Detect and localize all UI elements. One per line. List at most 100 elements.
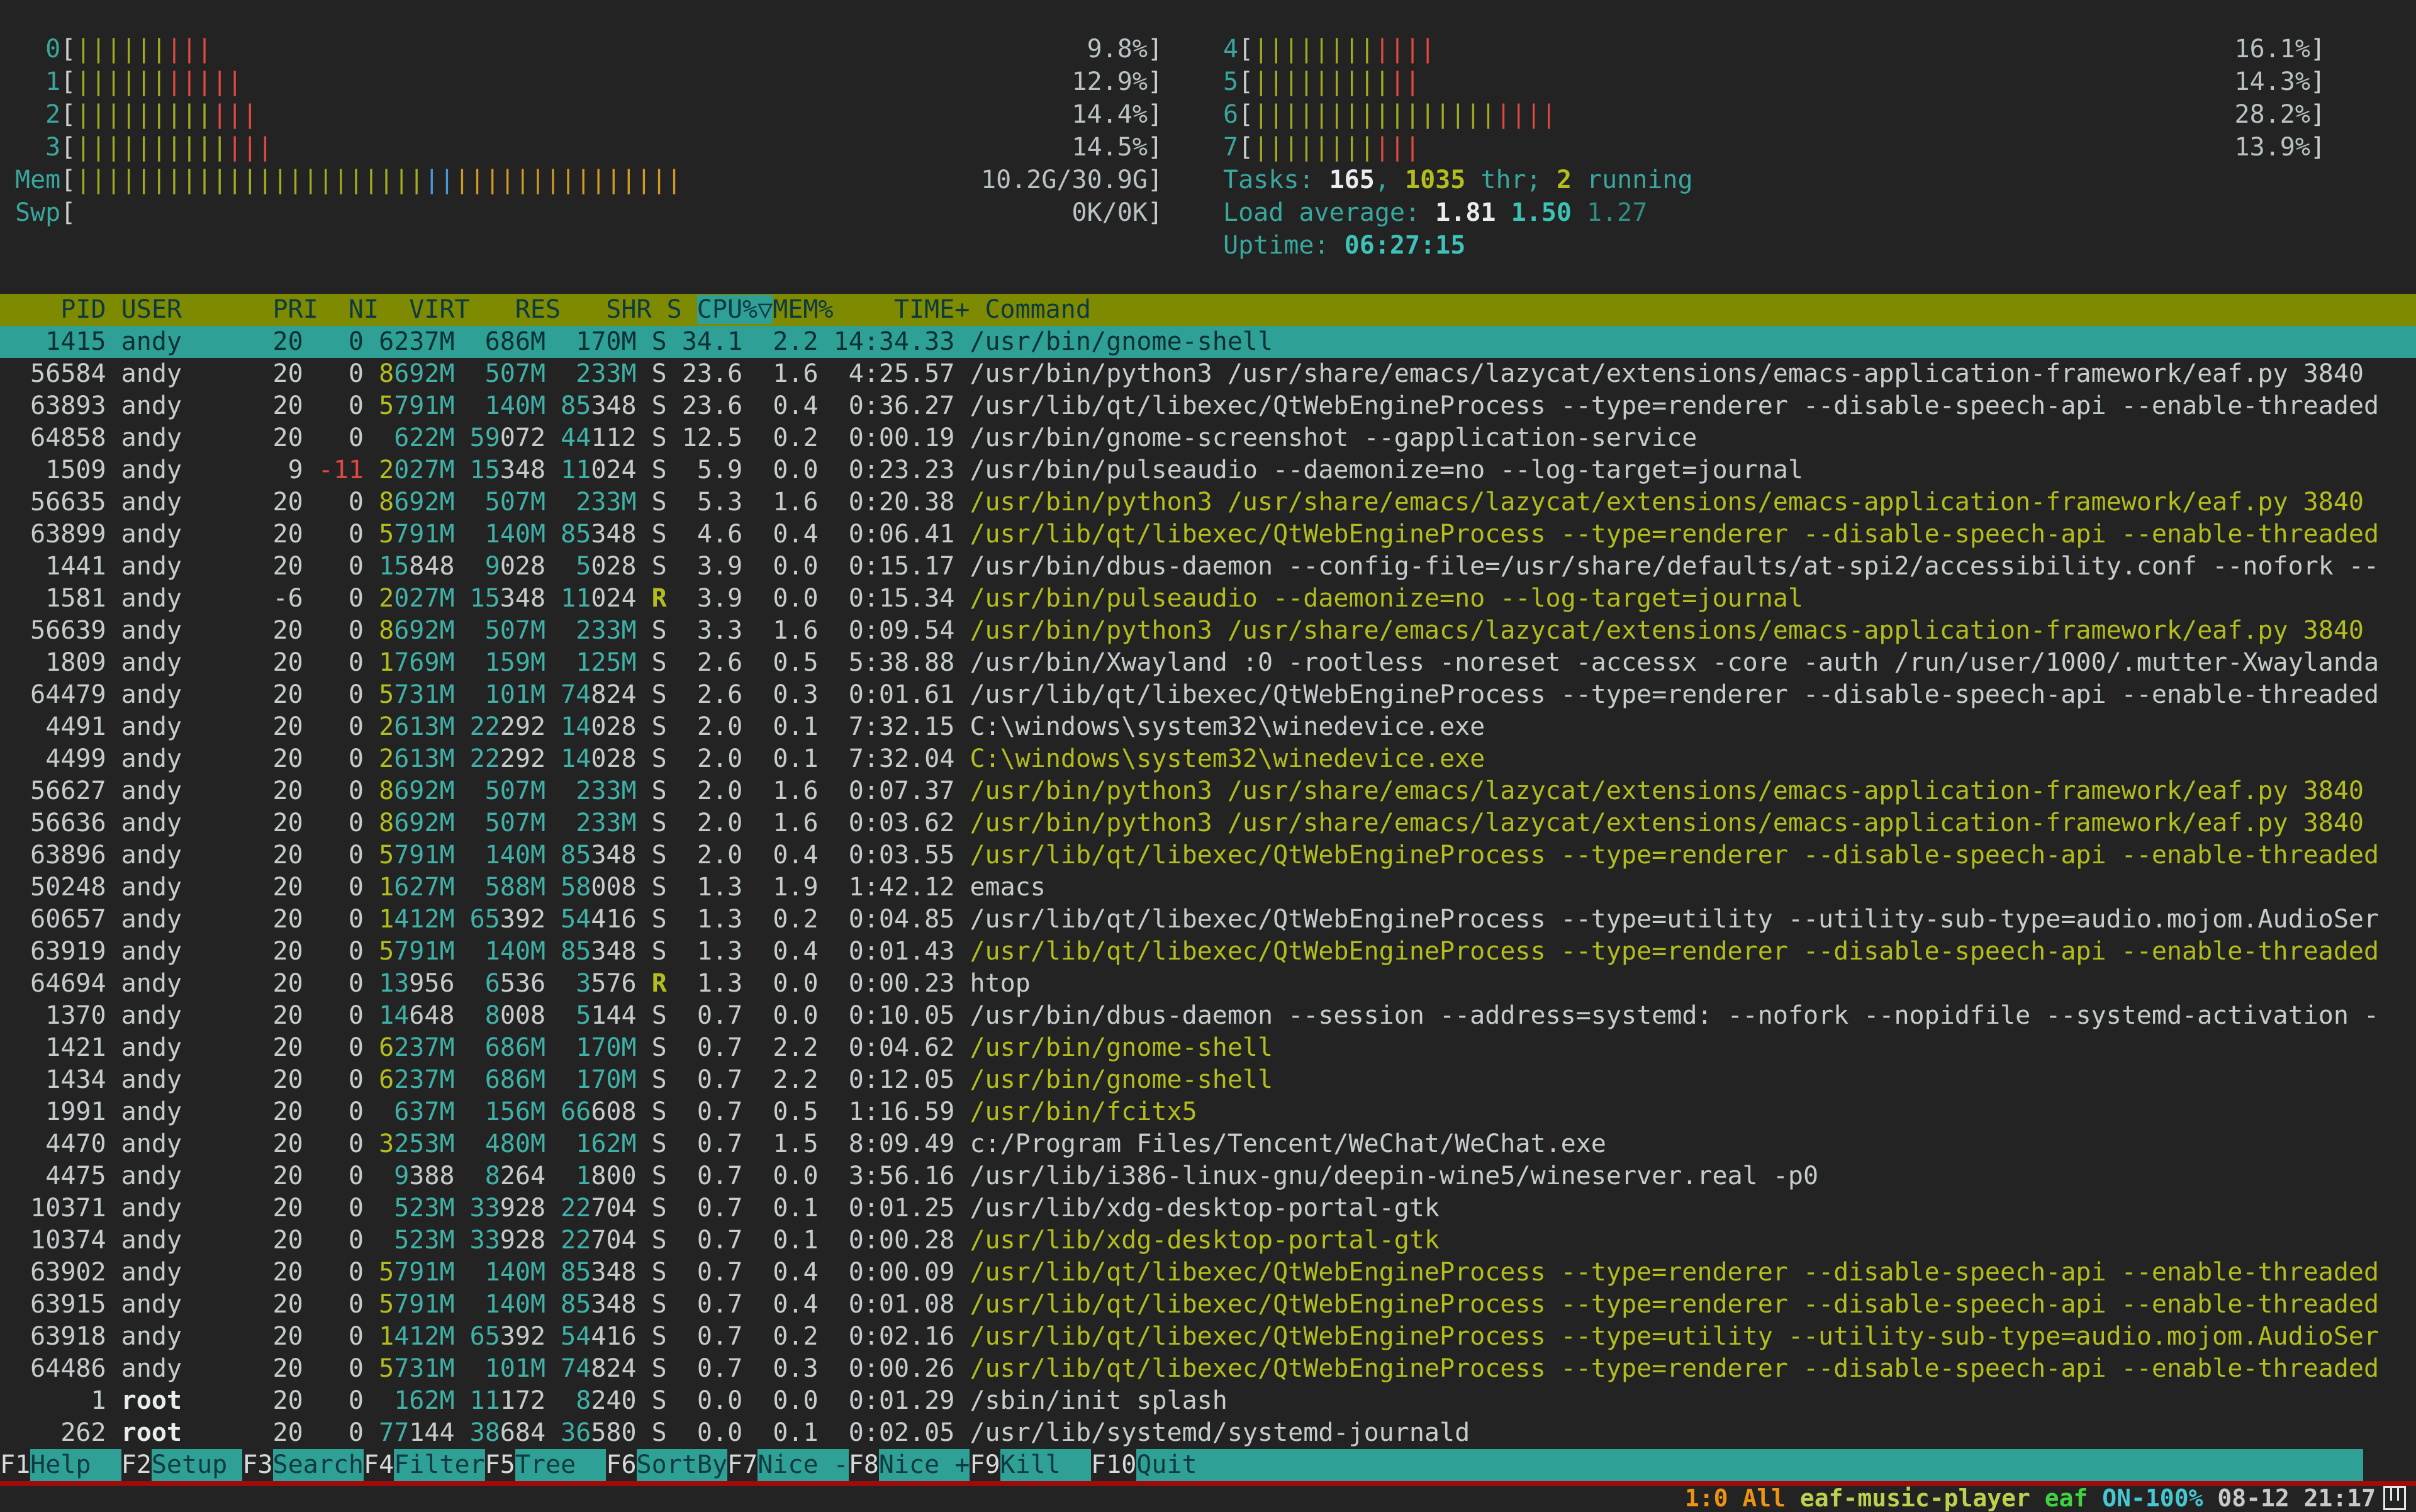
command-text: /usr/bin/fcitx5 (970, 1097, 1197, 1126)
process-row-10374[interactable]: 10374 andy 20 0 523M 33928 22704 S 0.7 0… (0, 1224, 2416, 1257)
process-row-50248[interactable]: 50248 andy 20 0 1627M 588M 58008 S 1.3 1… (0, 871, 2416, 904)
cpu-meter-6-label: 6 (1223, 98, 1238, 131)
command-text: /usr/bin/python3 /usr/share/emacs/lazyca… (970, 776, 2364, 805)
fkey-number: F9 (970, 1449, 1000, 1481)
process-row-56584[interactable]: 56584 andy 20 0 8692M 507M 233M S 23.6 1… (0, 358, 2416, 390)
meter-bars-r: ||| (212, 100, 257, 129)
cpu-meter-1-value: 12.9% (1071, 65, 1147, 98)
cpu-meter-7-label: 7 (1223, 131, 1238, 164)
fkey-help[interactable]: F1Help (0, 1449, 121, 1481)
fkey-nice-[interactable]: F8Nice + (849, 1449, 970, 1481)
process-row-56636[interactable]: 56636 andy 20 0 8692M 507M 233M S 2.0 1.… (0, 807, 2416, 839)
fkey-setup[interactable]: F2Setup (121, 1449, 243, 1481)
fkey-tree[interactable]: F5Tree (485, 1449, 607, 1481)
process-row-1509[interactable]: 1509 andy 9 -11 2027M 15348 11024 S 5.9 … (0, 454, 2416, 486)
process-table-header[interactable]: PID USER PRI NI VIRT RES SHR S CPU%▽MEM%… (0, 294, 2416, 326)
fkey-label: Setup (152, 1449, 243, 1481)
process-row-4475[interactable]: 4475 andy 20 0 9388 8264 1800 S 0.7 0.0 … (0, 1160, 2416, 1192)
process-row-1370[interactable]: 1370 andy 20 0 14648 8008 5144 S 0.7 0.0… (0, 1000, 2416, 1032)
cpu-meter-0-value: 9.8% (1087, 33, 1148, 65)
cpu-meter-3-bar: |||||||||||||14.5% (76, 131, 1148, 164)
cpu-meter-4-value: 16.1% (2234, 33, 2310, 65)
command-text: /usr/bin/gnome-shell (970, 1033, 1273, 1062)
cpu-meter-7-bar: |||||||||||13.9% (1253, 131, 2310, 164)
process-row-1421[interactable]: 1421 andy 20 0 6237M 686M 170M S 0.7 2.2… (0, 1032, 2416, 1064)
load-average-text: 1.27 (1587, 198, 1647, 227)
process-row-63899[interactable]: 63899 andy 20 0 5791M 140M 85348 S 4.6 0… (0, 518, 2416, 551)
fkey-number: F10 (1091, 1449, 1136, 1481)
process-row-60657[interactable]: 60657 andy 20 0 1412M 65392 54416 S 1.3 … (0, 904, 2416, 936)
command-text: /usr/lib/qt/libexec/QtWebEngineProcess -… (970, 841, 2379, 870)
meter-close-bracket: ] (1148, 196, 1163, 229)
cpu-meter-4: 4[||||||||||||16.1%] (1223, 33, 2325, 65)
process-row-63896[interactable]: 63896 andy 20 0 5791M 140M 85348 S 2.0 0… (0, 839, 2416, 871)
column-headers-right[interactable]: MEM% TIME+ Command (773, 295, 1091, 324)
tasks-summary-text: 165 (1329, 165, 1375, 194)
command-text: /usr/lib/qt/libexec/QtWebEngineProcess -… (970, 937, 2379, 966)
process-row-1441[interactable]: 1441 andy 20 0 15848 9028 5028 S 3.9 0.0… (0, 551, 2416, 583)
process-row-64694[interactable]: 64694 andy 20 0 13956 6536 3576 R 1.3 0.… (0, 968, 2416, 1000)
process-row-63902[interactable]: 63902 andy 20 0 5791M 140M 85348 S 0.7 0… (0, 1257, 2416, 1289)
fkey-filter[interactable]: F4Filter (364, 1449, 485, 1481)
meter-column-right: 4[||||||||||||16.1%]5[|||||||||||14.3%]6… (1223, 33, 2386, 262)
cpu-meter-6-value: 28.2% (2234, 98, 2310, 131)
process-row-64479[interactable]: 64479 andy 20 0 5731M 101M 74824 S 2.6 0… (0, 679, 2416, 711)
meter-open-bracket: [ (60, 65, 76, 98)
process-row-1809[interactable]: 1809 andy 20 0 1769M 159M 125M S 2.6 0.5… (0, 647, 2416, 679)
process-row-63915[interactable]: 63915 andy 20 0 5791M 140M 85348 S 0.7 0… (0, 1289, 2416, 1321)
memory-meter: Mem[||||||||||||||||||||||||||||||||||||… (15, 164, 1163, 196)
meter-close-bracket: ] (1148, 33, 1163, 65)
meter-bars-r: || (1390, 67, 1420, 96)
cpu-meter-6: 6[||||||||||||||||||||28.2%] (1223, 98, 2325, 131)
status-bar: 1:0 All eaf-music-player eaf ON-100% 08-… (0, 1486, 2406, 1510)
fkey-label: Filter (394, 1449, 485, 1481)
command-text: /usr/lib/qt/libexec/QtWebEngineProcess -… (970, 1322, 2379, 1351)
fkey-nice-[interactable]: F7Nice - (727, 1449, 849, 1481)
meter-close-bracket: ] (1148, 98, 1163, 131)
column-headers[interactable]: PID USER PRI NI VIRT RES SHR S (0, 295, 697, 324)
process-row-1415[interactable]: 1415 andy 20 0 6237M 686M 170M S 34.1 2.… (0, 326, 2416, 358)
process-row-63918[interactable]: 63918 andy 20 0 1412M 65392 54416 S 0.7 … (0, 1321, 2416, 1353)
fkey-sortby[interactable]: F6SortBy (606, 1449, 727, 1481)
process-row-1[interactable]: 1 root 20 0 162M 11172 8240 S 0.0 0.0 0:… (0, 1385, 2416, 1417)
command-text: /usr/lib/xdg-desktop-portal-gtk (970, 1194, 1440, 1223)
swap-meter: Swp[0K/0K] (15, 196, 1163, 229)
process-row-56627[interactable]: 56627 andy 20 0 8692M 507M 233M S 2.0 1.… (0, 775, 2416, 807)
uptime: Uptime: 06:27:15 (1223, 229, 2386, 262)
process-row-64858[interactable]: 64858 andy 20 0 622M 59072 44112 S 12.5 … (0, 422, 2416, 454)
process-row-4499[interactable]: 4499 andy 20 0 2613M 22292 14028 S 2.0 0… (0, 743, 2416, 775)
process-row-64486[interactable]: 64486 andy 20 0 5731M 101M 74824 S 0.7 0… (0, 1353, 2416, 1385)
meter-bars-g: |||||| (76, 35, 167, 64)
meter-close-bracket: ] (2310, 65, 2325, 98)
process-row-1991[interactable]: 1991 andy 20 0 637M 156M 66608 S 0.7 0.5… (0, 1096, 2416, 1128)
process-row-10371[interactable]: 10371 andy 20 0 523M 33928 22704 S 0.7 0… (0, 1192, 2416, 1224)
process-row-63893[interactable]: 63893 andy 20 0 5791M 140M 85348 S 23.6 … (0, 390, 2416, 422)
command-text: /usr/lib/xdg-desktop-portal-gtk (970, 1226, 1440, 1255)
command-text: /usr/lib/qt/libexec/QtWebEngineProcess -… (970, 1290, 2379, 1319)
process-row-63919[interactable]: 63919 andy 20 0 5791M 140M 85348 S 1.3 0… (0, 936, 2416, 968)
fkey-search[interactable]: F3Search (242, 1449, 364, 1481)
process-row-4470[interactable]: 4470 andy 20 0 3253M 480M 162M S 0.7 1.5… (0, 1128, 2416, 1160)
load-average: Load average: 1.81 1.50 1.27 (1223, 196, 2386, 229)
process-row-56635[interactable]: 56635 andy 20 0 8692M 507M 233M S 5.3 1.… (0, 486, 2416, 518)
fkey-number: F1 (0, 1449, 30, 1481)
process-row-262[interactable]: 262 root 20 0 77144 38684 36580 S 0.0 0.… (0, 1417, 2416, 1449)
cpu-meter-5-bar: |||||||||||14.3% (1253, 65, 2310, 98)
meter-open-bracket: [ (1238, 131, 1253, 164)
process-row-1434[interactable]: 1434 andy 20 0 6237M 686M 170M S 0.7 2.2… (0, 1064, 2416, 1096)
tasks-summary-text: , (1375, 165, 1405, 194)
fkey-kill[interactable]: F9Kill (970, 1449, 1091, 1481)
column-cpu-sort[interactable]: CPU%▽ (697, 295, 773, 324)
process-row-4491[interactable]: 4491 andy 20 0 2613M 22292 14028 S 2.0 0… (0, 711, 2416, 743)
swap-meter-value: 0K/0K (1071, 196, 1147, 229)
meter-close-bracket: ] (1148, 131, 1163, 164)
meter-close-bracket: ] (1148, 164, 1163, 196)
fkey-quit[interactable]: F10Quit (1091, 1449, 1228, 1481)
meter-close-bracket: ] (2310, 131, 2325, 164)
load-average-text: 1.50 (1511, 198, 1587, 227)
process-row-56639[interactable]: 56639 andy 20 0 8692M 507M 233M S 3.3 1.… (0, 615, 2416, 647)
process-row-1581[interactable]: 1581 andy -6 0 2027M 15348 11024 R 3.9 0… (0, 583, 2416, 615)
command-text: htop (970, 969, 1030, 998)
cpu-meter-3: 3[|||||||||||||14.5%] (15, 131, 1163, 164)
function-key-bar: F1Help F2Setup F3SearchF4FilterF5Tree F6… (0, 1449, 2416, 1481)
